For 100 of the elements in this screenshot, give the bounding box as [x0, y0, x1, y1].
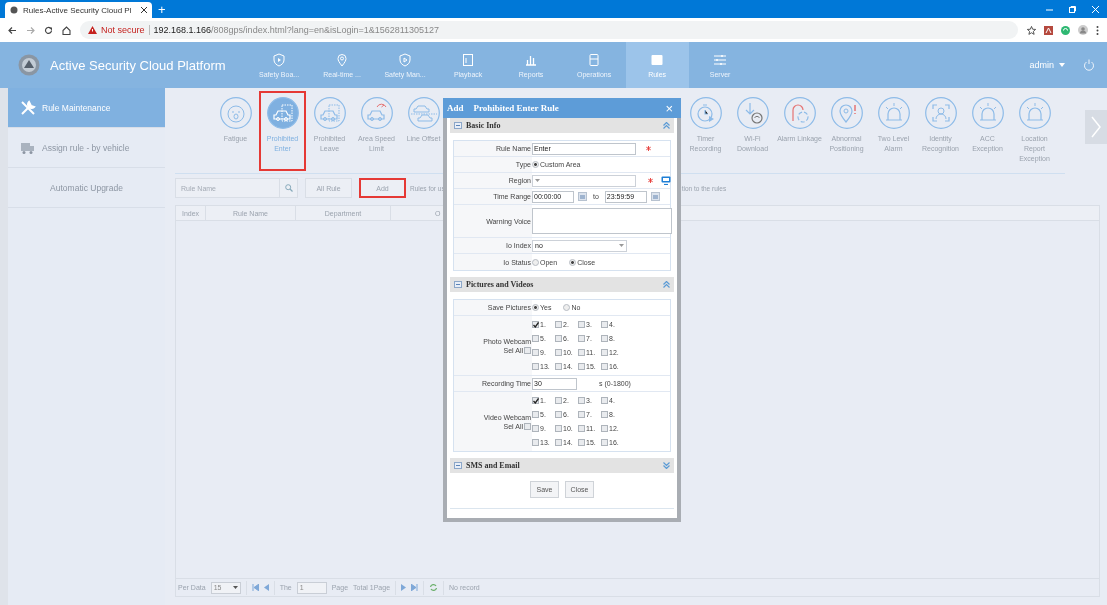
- location-pin-icon: [830, 97, 863, 129]
- checkbox[interactable]: [578, 439, 585, 446]
- download-icon: [736, 97, 769, 129]
- section-icon: [454, 462, 462, 469]
- address-bar[interactable]: Not secure 192.168.1.166/808gps/index.html?lang=en&isLogin=1&1562811305127: [80, 21, 1018, 39]
- power-icon[interactable]: [1083, 59, 1095, 71]
- shield-icon: [272, 52, 287, 67]
- checkbox[interactable]: [532, 425, 539, 432]
- checkbox[interactable]: [601, 363, 608, 370]
- warning-icon: [88, 26, 97, 34]
- car-icon: [266, 97, 299, 129]
- checkbox[interactable]: [601, 349, 608, 356]
- checkbox[interactable]: [555, 349, 562, 356]
- checkbox[interactable]: [578, 335, 585, 342]
- sliders-icon: [713, 52, 728, 67]
- new-tab-button[interactable]: +: [152, 2, 172, 18]
- caret-icon: [619, 244, 624, 247]
- checkbox[interactable]: [555, 439, 562, 446]
- section-header[interactable]: Basic Info: [450, 118, 674, 133]
- checkbox[interactable]: [601, 335, 608, 342]
- tools-icon: [20, 99, 36, 116]
- siren-icon: [1018, 97, 1051, 129]
- menu-icon[interactable]: [1096, 25, 1099, 35]
- section-icon: [454, 281, 462, 288]
- check-icon: [533, 322, 539, 328]
- caret-icon: [535, 179, 540, 182]
- divider-icon: [148, 25, 150, 35]
- checkbox[interactable]: [532, 411, 539, 418]
- location-pin-icon: [335, 52, 350, 67]
- collapse-icon[interactable]: [663, 281, 670, 288]
- car-speed-icon: [360, 97, 393, 129]
- dialog-title: Add: [447, 103, 464, 113]
- shield-icon: [398, 52, 413, 67]
- extension-icon[interactable]: [1061, 25, 1070, 35]
- app-title: Active Security Cloud Platform: [50, 57, 226, 73]
- checkbox[interactable]: [532, 321, 539, 328]
- checkbox[interactable]: [578, 349, 585, 356]
- caret-icon: [232, 586, 238, 589]
- close-icon[interactable]: [141, 7, 147, 13]
- checkbox[interactable]: [601, 439, 608, 446]
- collapse-icon[interactable]: [663, 122, 670, 129]
- person-frame-icon: [924, 97, 957, 129]
- section-header[interactable]: SMS and Email: [450, 458, 674, 473]
- linkage-icon: [783, 97, 816, 129]
- url-text[interactable]: 192.168.1.166/808gps/index.html?lang=en&isLogin=1&1562811305127: [153, 25, 440, 35]
- section-icon: [454, 122, 462, 129]
- expand-icon[interactable]: [663, 462, 670, 469]
- profile-icon[interactable]: [1078, 25, 1088, 35]
- reload-icon[interactable]: [44, 25, 53, 35]
- checkbox[interactable]: [601, 397, 608, 404]
- dropdown-field[interactable]: [532, 174, 636, 187]
- monitor-icon[interactable]: [661, 176, 671, 185]
- logo-icon: [18, 54, 40, 76]
- favicon-icon: [10, 6, 18, 14]
- yawn-icon: [219, 97, 252, 129]
- star-icon[interactable]: [1027, 25, 1036, 35]
- section-header[interactable]: Pictures and Videos: [450, 277, 674, 292]
- checkbox[interactable]: [555, 335, 562, 342]
- checkbox[interactable]: [532, 335, 539, 342]
- search-button[interactable]: [280, 178, 298, 198]
- security-warning[interactable]: Not secure: [101, 25, 145, 35]
- siren-icon: [877, 97, 910, 129]
- checkbox[interactable]: [578, 411, 585, 418]
- checkbox[interactable]: [555, 321, 562, 328]
- browser-tab[interactable]: Rules-Active Security Cloud Pl: [5, 2, 152, 18]
- check-icon: [533, 398, 539, 404]
- panel-icon: [587, 52, 602, 67]
- checkbox[interactable]: [532, 349, 539, 356]
- next-page-icon[interactable]: [401, 584, 407, 591]
- first-page-icon[interactable]: [251, 584, 259, 591]
- checkbox[interactable]: [555, 411, 562, 418]
- checkbox[interactable]: [601, 425, 608, 432]
- refresh-icon[interactable]: [429, 583, 439, 592]
- restore-icon[interactable]: [1069, 5, 1076, 13]
- checkbox[interactable]: [532, 363, 539, 370]
- dialog-title: Prohibited Enter Rule: [473, 103, 559, 113]
- checkbox[interactable]: [601, 411, 608, 418]
- checkbox[interactable]: [578, 363, 585, 370]
- checkbox[interactable]: [555, 363, 562, 370]
- checkbox[interactable]: [601, 321, 608, 328]
- calendar-icon[interactable]: [578, 192, 587, 201]
- home-icon[interactable]: [62, 25, 71, 35]
- forward-icon[interactable]: [26, 25, 35, 35]
- extension-icon[interactable]: [1044, 25, 1053, 35]
- checkbox[interactable]: [532, 439, 539, 446]
- back-icon[interactable]: [8, 25, 17, 35]
- text-area[interactable]: [532, 208, 672, 234]
- checkbox[interactable]: [578, 397, 585, 404]
- car-icon: [407, 97, 440, 129]
- next-button[interactable]: [1085, 110, 1107, 144]
- checkbox[interactable]: [578, 425, 585, 432]
- checkbox[interactable]: [555, 425, 562, 432]
- checkbox[interactable]: [555, 397, 562, 404]
- checkbox[interactable]: [532, 397, 539, 404]
- last-page-icon[interactable]: [411, 584, 419, 591]
- previous-page-icon[interactable]: [263, 584, 269, 591]
- caret-icon: [1059, 63, 1065, 67]
- calendar-icon[interactable]: [650, 192, 660, 201]
- checkbox[interactable]: [578, 321, 585, 328]
- chevron-right-icon: [1091, 116, 1101, 138]
